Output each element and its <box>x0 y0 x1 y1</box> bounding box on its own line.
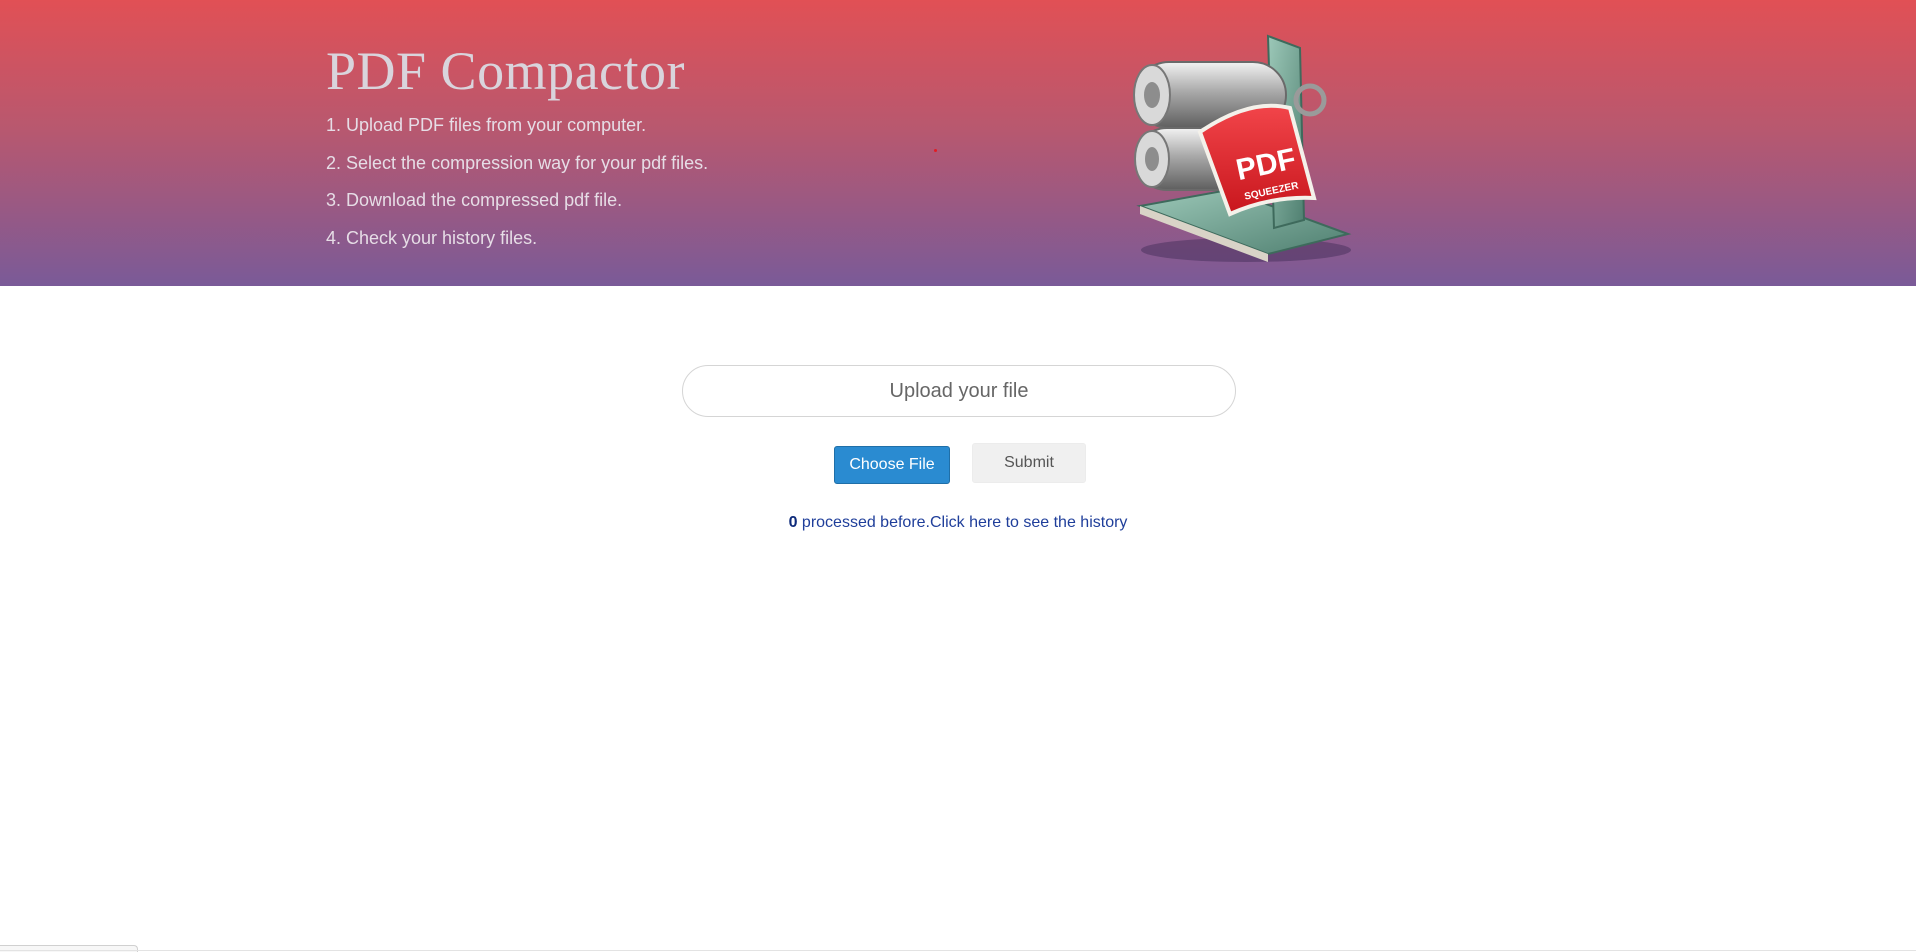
history-summary: 0 processed before.Click here to see the… <box>0 514 1916 532</box>
header-banner: PDF Compactor 1. Upload PDF files from y… <box>0 0 1916 286</box>
processed-text: processed before. <box>797 514 930 531</box>
step-item: 3. Download the compressed pdf file. <box>326 190 623 210</box>
bottom-divider <box>0 950 1916 951</box>
submit-button[interactable]: Submit <box>972 443 1086 483</box>
page-title: PDF Compactor <box>326 41 686 101</box>
pdf-squeezer-logo-icon: PDF SQUEEZER <box>1133 34 1352 262</box>
decorative-dot <box>934 149 937 152</box>
upload-drop-zone[interactable]: Upload your file <box>682 365 1236 417</box>
steps-list: 1. Upload PDF files from your computer. … <box>326 112 708 262</box>
step-item: 1. Upload PDF files from your computer. <box>326 115 647 135</box>
step-item: 4. Check your history files. <box>326 227 538 248</box>
step-item: 2. Select the compression way for your p… <box>326 152 709 173</box>
choose-file-button[interactable]: Choose File <box>834 446 950 484</box>
history-link[interactable]: Click here to see the history <box>930 514 1127 531</box>
